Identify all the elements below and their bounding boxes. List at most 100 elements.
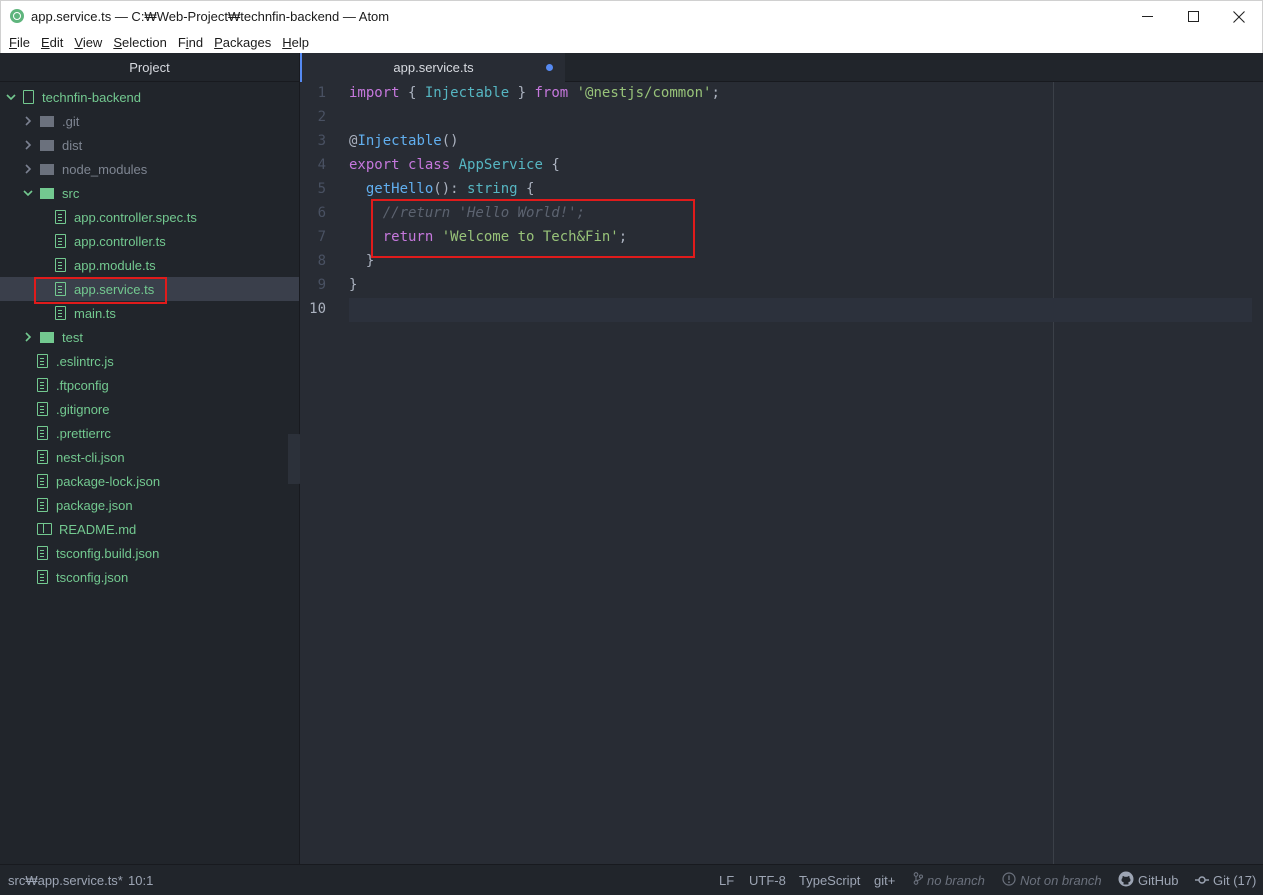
chevron-right-icon <box>22 331 34 343</box>
tree-item-label: package-lock.json <box>56 473 161 489</box>
tree-file[interactable]: package.json <box>0 493 299 517</box>
menu-item-selection[interactable]: Selection <box>109 35 170 50</box>
tree-item-label: .ftpconfig <box>56 377 109 393</box>
file-text-icon <box>37 498 48 512</box>
tree-item-label: .git <box>62 113 80 129</box>
close-icon <box>1233 10 1245 23</box>
code-line[interactable]: export class AppService { <box>349 157 560 173</box>
tree-file[interactable]: app.module.ts <box>0 253 299 277</box>
tree-item-label: .prettierrc <box>56 425 111 441</box>
status-encoding[interactable]: UTF-8 <box>749 873 786 888</box>
code-line[interactable]: import { Injectable } from '@nestjs/comm… <box>349 85 720 101</box>
status-line-ending[interactable]: LF <box>719 873 734 888</box>
tree-file[interactable]: README.md <box>0 517 299 541</box>
tree-file[interactable]: package-lock.json <box>0 469 299 493</box>
code-line[interactable]: } <box>349 253 374 269</box>
status-git-label: Git (17) <box>1213 872 1257 888</box>
tab-bar: app.service.ts <box>300 53 1263 82</box>
tree-folder[interactable]: test <box>0 325 299 349</box>
code-line[interactable]: getHello(): string { <box>349 181 535 197</box>
file-text-icon <box>37 474 48 488</box>
maximize-button[interactable] <box>1170 1 1216 32</box>
menu-item-packages[interactable]: Packages <box>210 35 275 50</box>
file-text-icon <box>37 450 48 464</box>
status-not-on-branch[interactable]: Not on branch <box>1002 871 1102 889</box>
tree-file[interactable]: .prettierrc <box>0 421 299 445</box>
code-line[interactable]: } <box>349 277 357 293</box>
menu-item-file[interactable]: File <box>5 35 34 50</box>
menu-bar: File Edit View Selection Find Packages Help <box>0 31 1263 53</box>
tree-file[interactable]: tsconfig.build.json <box>0 541 299 565</box>
status-branch[interactable]: no branch <box>913 872 985 888</box>
tree-view-header[interactable]: Project <box>0 53 299 82</box>
close-button[interactable] <box>1216 1 1262 32</box>
folder-icon <box>40 187 54 199</box>
tree-file[interactable]: main.ts <box>0 301 299 325</box>
menu-item-help[interactable]: Help <box>278 35 313 50</box>
menu-item-view[interactable]: View <box>70 35 106 50</box>
line-number: 4 <box>317 157 326 173</box>
menu-item-find[interactable]: Find <box>174 35 207 50</box>
tree-item-label: tsconfig.json <box>56 569 129 585</box>
book-icon <box>37 523 52 535</box>
status-github-label: GitHub <box>1138 872 1179 888</box>
tree-item-label: app.service.ts <box>74 281 155 297</box>
window-controls <box>1124 1 1262 32</box>
folder-icon <box>40 331 54 343</box>
tree-file[interactable]: app.controller.spec.ts <box>0 205 299 229</box>
minimize-icon <box>1141 16 1153 17</box>
tree-item-label: .eslintrc.js <box>56 353 114 369</box>
tree-file[interactable]: .gitignore <box>0 397 299 421</box>
cursor-line-highlight <box>349 298 1252 322</box>
status-file-path[interactable]: src₩app.service.ts* <box>8 873 123 888</box>
tree-file[interactable]: app.controller.ts <box>0 229 299 253</box>
tree-root[interactable]: technfin-backend <box>0 85 299 109</box>
code-line[interactable]: return 'Welcome to Tech&Fin'; <box>349 229 627 245</box>
code-token: } <box>509 85 535 101</box>
status-git-plus[interactable]: git+ <box>874 873 895 888</box>
modified-indicator-icon[interactable] <box>546 64 553 71</box>
folder-icon <box>40 163 54 175</box>
code-line[interactable]: @Injectable() <box>349 133 459 149</box>
code-token: '@nestjs/common' <box>576 85 712 101</box>
status-not-on-branch-label: Not on branch <box>1020 872 1102 888</box>
line-number: 5 <box>317 181 326 197</box>
file-text-icon <box>37 378 48 392</box>
file-text-icon <box>55 306 66 320</box>
tree-folder[interactable]: node_modules <box>0 157 299 181</box>
tree-file[interactable]: tsconfig.json <box>0 565 299 589</box>
git-commit-icon <box>1195 873 1209 888</box>
file-text-icon <box>37 402 48 416</box>
tree-folder[interactable]: dist <box>0 133 299 157</box>
tree-file[interactable]: .eslintrc.js <box>0 349 299 373</box>
title-bar: app.service.ts — C:₩Web-Project₩technfin… <box>0 0 1263 31</box>
code-token: from <box>534 85 569 101</box>
code-editor[interactable]: 1 import { Injectable } from '@nestjs/com… <box>300 82 1263 864</box>
tree-item-label: node_modules <box>62 161 148 177</box>
tab-app-service[interactable]: app.service.ts <box>300 53 565 82</box>
menu-item-edit[interactable]: Edit <box>37 35 67 50</box>
tree-file[interactable]: app.service.ts <box>0 277 299 301</box>
file-text-icon <box>55 282 66 296</box>
repo-icon <box>23 90 34 104</box>
status-cursor-position[interactable]: 10:1 <box>128 873 153 888</box>
line-number: 9 <box>317 277 326 293</box>
tree-folder[interactable]: .git <box>0 109 299 133</box>
chevron-right-icon <box>22 163 34 175</box>
file-text-icon <box>55 258 66 272</box>
tree-item-label: app.controller.ts <box>74 233 166 249</box>
code-token: Injectable <box>357 133 442 149</box>
code-line[interactable]: //return 'Hello World!'; <box>349 205 585 221</box>
status-grammar[interactable]: TypeScript <box>799 873 860 888</box>
status-github[interactable]: GitHub <box>1118 871 1178 890</box>
tree-file[interactable]: .ftpconfig <box>0 373 299 397</box>
tree-folder[interactable]: src <box>0 181 299 205</box>
tree-item-label: src <box>62 185 80 201</box>
tree-item-label: dist <box>62 137 83 153</box>
status-git[interactable]: Git (17) <box>1195 873 1256 888</box>
minimize-button[interactable] <box>1124 1 1170 32</box>
tree-file[interactable]: nest-cli.json <box>0 445 299 469</box>
maximize-icon <box>1187 11 1199 22</box>
